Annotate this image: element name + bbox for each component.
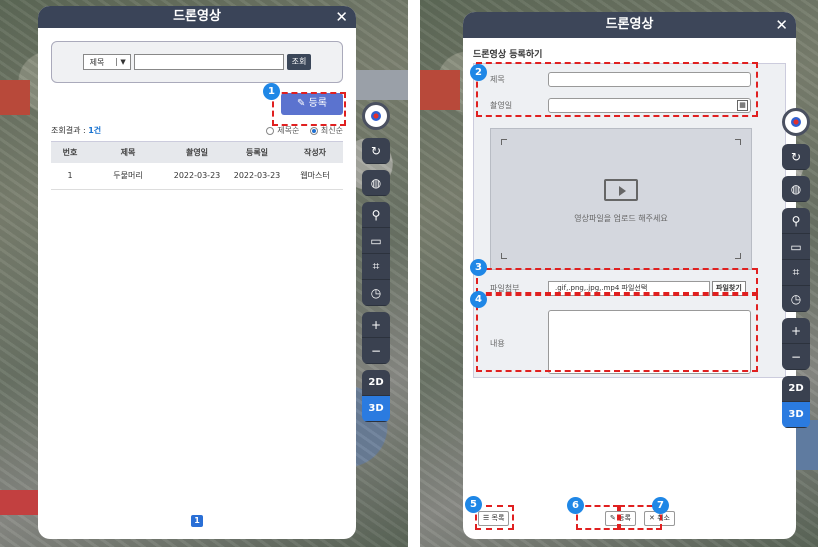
table-row[interactable]: 1 두물머리 2022-03-23 2022-03-23 웹마스터 (51, 163, 343, 190)
result-count: 1건 (88, 126, 102, 136)
video-table: 번호 제목 촬영일 등록일 작성자 1 두물머리 2022-03-23 2022… (51, 140, 343, 190)
map-roof (0, 80, 30, 115)
toolbar-group-mode: 2D 3D (362, 370, 390, 422)
zoom-out-icon[interactable]: − (782, 344, 810, 370)
ruler-icon[interactable]: ▭ (782, 234, 810, 260)
toolbar-group-mode: 2D 3D (782, 376, 810, 428)
table-header-row: 번호 제목 촬영일 등록일 작성자 (51, 140, 343, 163)
dialog-title: 드론영상 (173, 9, 221, 24)
badge-5: 5 (465, 496, 482, 513)
toolbar-group-globe: ◍ (782, 176, 810, 202)
close-icon[interactable]: ✕ (775, 12, 788, 38)
ruler-icon[interactable]: ▭ (362, 228, 390, 254)
cell-shoot-date: 2022-03-23 (167, 163, 227, 190)
search-button[interactable]: 조회 (286, 54, 312, 70)
toolbar-group-globe: ◍ (362, 170, 390, 196)
col-header-shoot-date: 촬영일 (167, 140, 227, 163)
col-header-title: 제목 (89, 140, 167, 163)
location-icon[interactable]: ⚲ (362, 202, 390, 228)
left-screenshot-panel: 드론영상 ✕ 제목 ▼ 조회 ✎ 등록 조회결과 : 1건 제목순 최신순 번호… (0, 0, 408, 547)
cell-reg-date: 2022-03-23 (227, 163, 287, 190)
sort-label-title: 제목순 (277, 126, 300, 135)
toolbar-group-measure: ⚲ ▭ ⌗ ◷ (362, 202, 390, 306)
refresh-icon[interactable]: ↻ (362, 138, 390, 164)
dialog-header: 드론영상 ✕ (38, 6, 356, 28)
right-screenshot-panel: 드론영상 ✕ 드론영상 등록하기 제목 촬영일 ▦ 영상파일을 업로드 해주세요… (420, 0, 818, 547)
zoom-in-icon[interactable]: + (362, 312, 390, 338)
compass-icon[interactable] (782, 108, 810, 136)
corner-mark (501, 253, 507, 259)
cell-author: 웹마스터 (287, 163, 343, 190)
col-header-reg-date: 등록일 (227, 140, 287, 163)
toolbar-group-measure: ⚲ ▭ ⌗ ◷ (782, 208, 810, 312)
toolbar-group-view: ↻ (782, 144, 810, 170)
mode-2d-button[interactable]: 2D (782, 376, 810, 402)
search-box: 제목 ▼ 조회 (51, 41, 343, 83)
badge-2: 2 (470, 64, 487, 81)
result-row: 조회결과 : 1건 제목순 최신순 (51, 125, 343, 137)
toolbar-group-zoom: + − (782, 318, 810, 370)
badge-3: 3 (470, 259, 487, 276)
chevron-down-icon: ▼ (115, 58, 130, 66)
form-title: 드론영상 등록하기 (473, 50, 543, 60)
mode-3d-button[interactable]: 3D (362, 396, 390, 422)
map-toolbar: ↻ ◍ ⚲ ▭ ⌗ ◷ + − 2D 3D (362, 102, 390, 428)
map-roof (356, 70, 408, 100)
refresh-icon[interactable]: ↻ (782, 144, 810, 170)
map-toolbar: ↻ ◍ ⚲ ▭ ⌗ ◷ + − 2D 3D (782, 108, 810, 434)
radio-icon (266, 126, 275, 135)
corner-mark (735, 139, 741, 145)
highlight-box-content (476, 294, 758, 372)
clock-icon[interactable]: ◷ (362, 280, 390, 306)
globe-icon[interactable]: ◍ (782, 176, 810, 202)
dropzone-text: 영상파일을 업로드 해주세요 (574, 214, 668, 223)
toolbar-group-zoom: + − (362, 312, 390, 364)
compass-icon[interactable] (362, 102, 390, 130)
search-input[interactable] (133, 54, 284, 70)
col-header-no: 번호 (51, 140, 89, 163)
cell-title[interactable]: 두물머리 (89, 163, 167, 190)
badge-4: 4 (470, 291, 487, 308)
badge-7: 7 (652, 497, 669, 514)
map-roof (420, 70, 460, 110)
mode-3d-button[interactable]: 3D (782, 402, 810, 428)
map-roof (0, 490, 38, 515)
zoom-in-icon[interactable]: + (782, 318, 810, 344)
zoom-out-icon[interactable]: − (362, 338, 390, 364)
drone-video-list-dialog: 드론영상 ✕ 제목 ▼ 조회 ✎ 등록 조회결과 : 1건 제목순 최신순 번호… (38, 6, 356, 539)
mode-2d-button[interactable]: 2D (362, 370, 390, 396)
clock-icon[interactable]: ◷ (782, 286, 810, 312)
location-icon[interactable]: ⚲ (782, 208, 810, 234)
area-icon[interactable]: ⌗ (362, 254, 390, 280)
toolbar-group-view: ↻ (362, 138, 390, 164)
dialog-header: 드론영상 ✕ (463, 12, 796, 38)
corner-mark (735, 253, 741, 259)
result-label: 조회결과 : (51, 126, 89, 136)
globe-icon[interactable]: ◍ (362, 170, 390, 196)
sort-option-title[interactable]: 제목순 (266, 125, 299, 136)
badge-1: 1 (263, 83, 280, 100)
sort-label-latest: 최신순 (320, 126, 343, 135)
search-field-value: 제목 (89, 57, 105, 67)
highlight-box-file (476, 268, 758, 294)
video-upload-dropzone[interactable]: 영상파일을 업로드 해주세요 (490, 128, 752, 270)
cell-no: 1 (51, 163, 89, 190)
dialog-title: 드론영상 (605, 17, 654, 32)
highlight-box-title-date (476, 62, 758, 117)
sort-option-latest[interactable]: 최신순 (309, 125, 343, 136)
highlight-box-register (272, 92, 346, 126)
area-icon[interactable]: ⌗ (782, 260, 810, 286)
radio-selected-icon (309, 126, 318, 135)
corner-mark (501, 139, 507, 145)
col-header-author: 작성자 (287, 140, 343, 163)
close-icon[interactable]: ✕ (335, 6, 348, 28)
search-field-select[interactable]: 제목 ▼ (82, 54, 131, 70)
page-button-current[interactable]: 1 (191, 515, 203, 527)
pagination: 1 (38, 515, 356, 527)
video-icon (604, 179, 638, 201)
badge-6: 6 (567, 497, 584, 514)
